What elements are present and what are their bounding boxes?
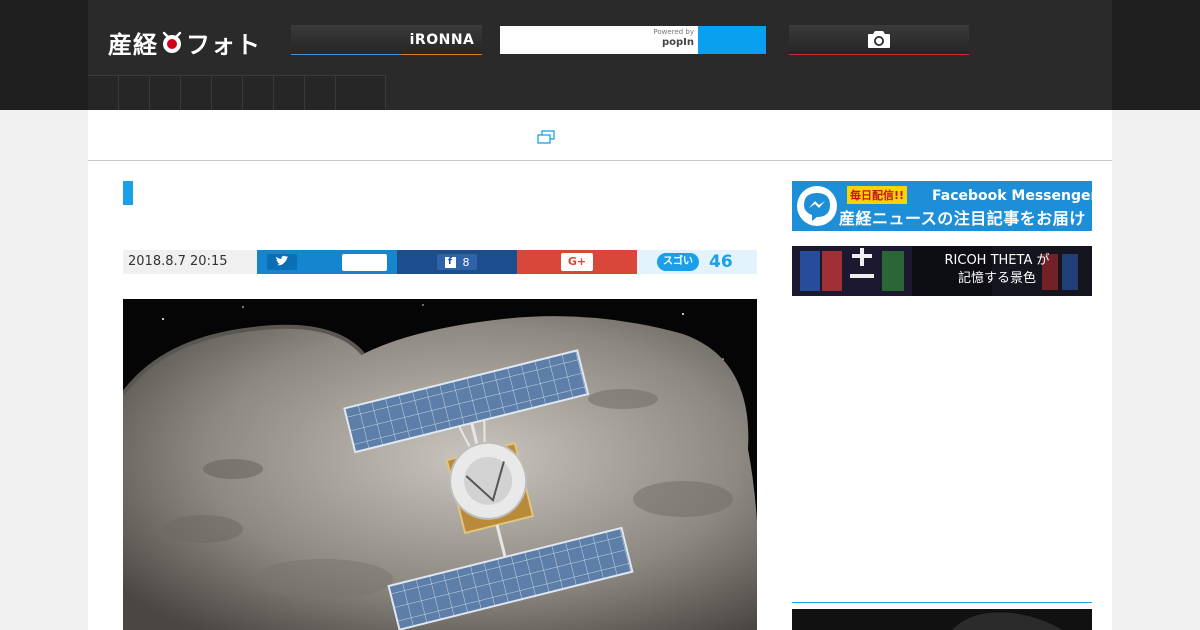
logo-text-left: 産経 [108,30,158,59]
nav-item[interactable] [212,75,243,110]
twitter-icon [267,254,297,270]
nav-item[interactable] [119,75,150,110]
article-title-marker [123,181,133,205]
facebook-count: 8 [462,255,470,269]
ironna-label: iRONNA [402,25,482,55]
article-date: 2018.8.7 20:15 [123,250,257,274]
ironna-link[interactable]: iRONNA [291,25,482,55]
site-logo[interactable]: 産経 フォト [108,25,261,59]
facebook-share-button[interactable]: f 8 [397,250,517,274]
sugoi-label: スゴいっ! [657,253,699,285]
ad-daily-tag: 毎日配信!! [847,186,908,204]
ad-ricoh-text: RICOH THETA が 記憶する景色 [912,252,1082,288]
ricoh-theta-banner-ad[interactable]: RICOH THETA が 記憶する景色 [792,246,1092,296]
facebook-share-inner: f 8 [437,254,477,270]
ad-messenger-line2: 産経ニュースの注目記事をお届け [839,209,1086,228]
sub-header-bar [88,110,1112,161]
popin-badge: Powered by popIn [653,29,694,48]
google-plus-share-button[interactable]: G+ [517,250,637,274]
photo-button[interactable] [789,25,969,55]
nav-item[interactable] [243,75,274,110]
ad-ricoh-line2: 記憶する景色 [957,271,1036,286]
site-header: 産経 フォト iRONNA Powered by popIn [0,0,1200,110]
camera-icon [868,31,890,48]
powered-by-label: Powered by [653,28,694,36]
nav-item[interactable] [88,75,119,110]
twitter-share-button[interactable] [257,250,397,274]
search-button[interactable] [698,26,766,54]
logo-mark-icon [162,31,182,53]
ad-ricoh-line1: RICOH THETA が [944,253,1050,268]
twitter-count [342,254,387,271]
asteroid-probe-illustration [123,299,757,630]
nav-item[interactable] [336,75,386,110]
main-nav [88,75,386,110]
logo-text-right: フォト [186,30,261,59]
nav-item[interactable] [181,75,212,110]
nav-item[interactable] [305,75,336,110]
nav-item[interactable] [274,75,305,110]
share-bar: 2018.8.7 20:15 f 8 G+ スゴいっ! 46 [123,250,757,285]
messenger-icon [797,186,837,226]
sugoi-button[interactable]: スゴいっ! 46 [637,250,757,285]
search-input[interactable]: Powered by popIn [500,26,698,54]
article-main-image[interactable] [123,299,757,630]
nav-item[interactable] [150,75,181,110]
popin-label: popIn [661,37,694,48]
sugoi-count: 46 [709,252,733,272]
google-plus-icon: G+ [561,253,593,271]
messenger-banner-ad[interactable]: 毎日配信!! Facebook Messenger で 産経ニュースの注目記事を… [792,181,1092,231]
ad-messenger-line1: Facebook Messenger で [932,188,1092,204]
main-content: 2018.8.7 20:15 f 8 G+ スゴいっ! 46 毎日配信!! Fa… [88,110,1112,630]
sidebar-photo[interactable] [792,609,1092,630]
new-window-icon[interactable] [537,130,555,144]
sidebar-divider [792,602,1092,603]
header-inner: 産経 フォト iRONNA Powered by popIn [88,0,1112,110]
facebook-icon: f [444,256,456,268]
